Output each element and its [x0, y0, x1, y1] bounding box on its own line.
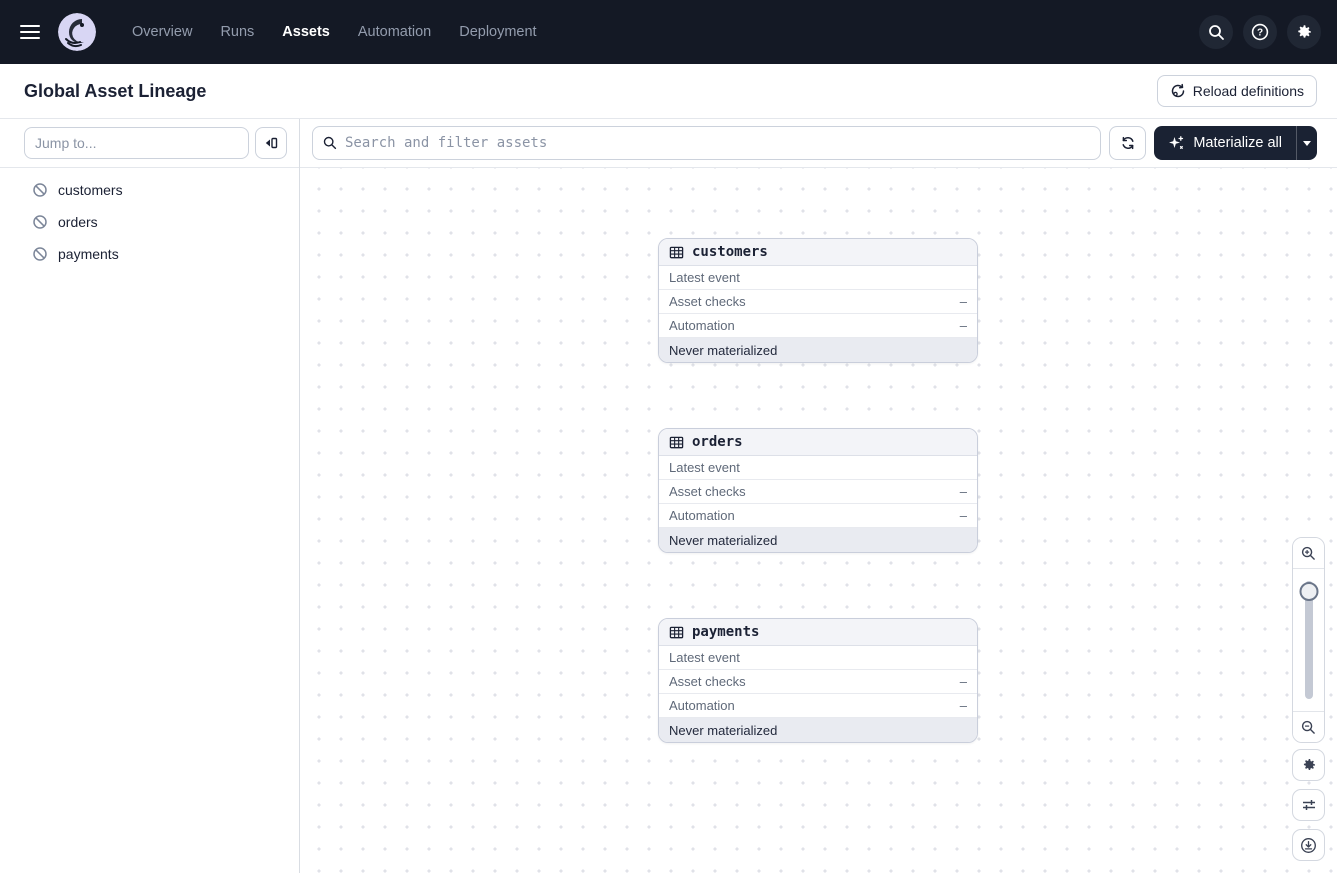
refresh-button[interactable]: [1109, 126, 1147, 160]
lineage-sidebar: customers orders payments: [0, 119, 300, 873]
gear-icon: [1303, 759, 1315, 770]
reload-icon: [1171, 83, 1184, 98]
download-image-button[interactable]: [1292, 829, 1325, 861]
node-row-automation: Automation –: [659, 314, 977, 338]
node-row-automation: Automation –: [659, 504, 977, 528]
nav-item-assets[interactable]: Assets: [282, 24, 330, 40]
asset-list-item-customers[interactable]: customers: [0, 174, 299, 206]
settings-button[interactable]: [1287, 15, 1321, 49]
zoom-slider[interactable]: [1293, 569, 1324, 711]
graph-settings-button[interactable]: [1292, 749, 1325, 781]
asset-node-name: payments: [692, 624, 760, 640]
materialize-all-button[interactable]: Materialize all: [1154, 126, 1296, 160]
sidebar-toolbar: [0, 119, 299, 168]
asset-list-item-orders[interactable]: orders: [0, 206, 299, 238]
zoom-panel: [1292, 537, 1325, 743]
node-status: Never materialized: [659, 718, 977, 742]
help-button[interactable]: ?: [1243, 15, 1277, 49]
node-row-latest-event: Latest event: [659, 456, 977, 480]
node-row-automation: Automation –: [659, 694, 977, 718]
sparkle-icon: [1169, 135, 1184, 149]
asset-node-header: payments: [659, 619, 977, 646]
zoom-out-icon: [1301, 720, 1315, 734]
node-row-latest-event: Latest event: [659, 266, 977, 290]
help-icon: ?: [1251, 23, 1269, 41]
search-icon: [1208, 24, 1224, 40]
reload-definitions-button[interactable]: Reload definitions: [1156, 75, 1317, 107]
zoom-slider-knob[interactable]: [1299, 582, 1318, 601]
asset-search-box[interactable]: [312, 126, 1102, 160]
table-icon: [669, 246, 684, 258]
asset-node-header: orders: [659, 429, 977, 456]
asset-node-orders[interactable]: orders Latest event Asset checks – Automa…: [658, 428, 978, 553]
primary-nav: Overview Runs Assets Automation Deployme…: [132, 24, 537, 40]
svg-text:?: ?: [1257, 28, 1263, 39]
asset-list: customers orders payments: [0, 168, 299, 270]
asset-item-label: orders: [58, 214, 98, 230]
chevron-down-icon: [1303, 140, 1311, 146]
graph-toolbar: Materialize all: [300, 119, 1337, 168]
asset-item-label: payments: [58, 246, 119, 262]
table-icon: [669, 626, 684, 638]
hamburger-menu-icon[interactable]: [6, 0, 54, 64]
asset-node-customers[interactable]: customers Latest event Asset checks – Aut…: [658, 238, 978, 363]
jump-to-input[interactable]: [24, 127, 249, 159]
refresh-icon: [1122, 136, 1134, 150]
lineage-canvas[interactable]: customers Latest event Asset checks – Aut…: [300, 168, 1337, 873]
search-filter-input[interactable]: [345, 135, 1091, 151]
search-icon: [323, 136, 337, 150]
node-status: Never materialized: [659, 528, 977, 552]
search-button[interactable]: [1199, 15, 1233, 49]
page-title: Global Asset Lineage: [24, 80, 207, 101]
materialize-split-button: Materialize all: [1154, 126, 1317, 160]
asset-node-header: customers: [659, 239, 977, 266]
node-status: Never materialized: [659, 338, 977, 362]
zoom-in-icon: [1301, 546, 1315, 560]
graph-filters-button[interactable]: [1292, 789, 1325, 821]
collapse-panel-icon: [265, 137, 278, 149]
node-row-asset-checks: Asset checks –: [659, 480, 977, 504]
asset-item-label: customers: [58, 182, 123, 198]
never-materialized-icon: [33, 215, 47, 229]
asset-list-item-payments[interactable]: payments: [0, 238, 299, 270]
top-navbar: Overview Runs Assets Automation Deployme…: [0, 0, 1337, 64]
asset-node-name: orders: [692, 434, 743, 450]
zoom-out-button[interactable]: [1293, 711, 1324, 742]
table-icon: [669, 436, 684, 448]
asset-node-payments[interactable]: payments Latest event Asset checks – Auto…: [658, 618, 978, 743]
page-header: Global Asset Lineage Reload definitions: [0, 64, 1337, 119]
node-row-asset-checks: Asset checks –: [659, 670, 977, 694]
sliders-icon: [1302, 800, 1315, 810]
materialize-options-dropdown[interactable]: [1296, 126, 1317, 160]
download-icon: [1301, 837, 1316, 853]
node-row-asset-checks: Asset checks –: [659, 290, 977, 314]
nav-item-deployment[interactable]: Deployment: [459, 24, 536, 40]
nav-item-overview[interactable]: Overview: [132, 24, 192, 40]
asset-node-name: customers: [692, 244, 768, 260]
never-materialized-icon: [33, 183, 47, 197]
nav-item-runs[interactable]: Runs: [220, 24, 254, 40]
gear-icon: [1298, 25, 1311, 38]
dagster-logo-icon[interactable]: [58, 13, 96, 51]
zoom-in-button[interactable]: [1293, 538, 1324, 569]
collapse-sidebar-button[interactable]: [255, 127, 287, 159]
node-row-latest-event: Latest event: [659, 646, 977, 670]
never-materialized-icon: [33, 247, 47, 261]
nav-item-automation[interactable]: Automation: [358, 24, 431, 40]
